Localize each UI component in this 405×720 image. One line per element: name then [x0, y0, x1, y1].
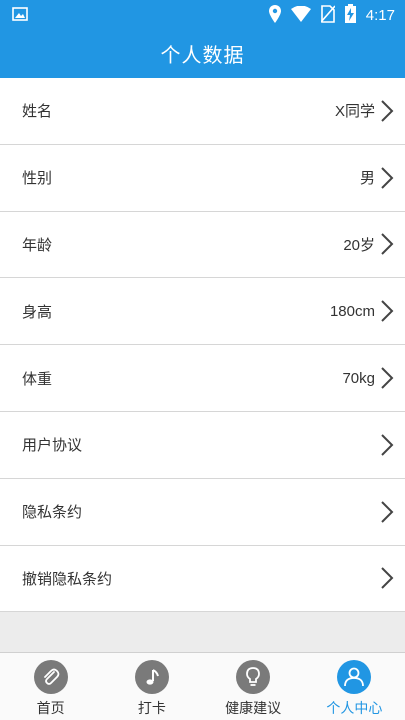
chevron-right-icon [379, 299, 395, 323]
row-value: 180cm [329, 302, 375, 320]
row-height[interactable]: 身高 180cm [0, 278, 405, 346]
tab-checkin[interactable]: 打卡 [101, 653, 202, 720]
chevron-right-icon [379, 366, 395, 390]
row-label: 年龄 [22, 235, 53, 254]
chevron-right-icon [379, 500, 395, 524]
tab-health-advice[interactable]: 健康建议 [203, 653, 304, 720]
wifi-icon [290, 5, 311, 26]
profile-list: 姓名 X同学 性别 男 年龄 20岁 身高 180cm 体重 70kg 用户协议… [0, 78, 405, 613]
clock: 4:17 [365, 7, 395, 24]
chevron-right-icon [379, 99, 395, 123]
row-label: 体重 [22, 369, 53, 388]
music-note-icon [134, 660, 169, 694]
tab-label: 打卡 [137, 701, 166, 717]
status-bar: 4:17 [0, 0, 405, 28]
tab-label: 健康建议 [225, 701, 282, 717]
row-value: 70kg [342, 369, 375, 387]
image-notification-icon [12, 6, 28, 25]
person-icon [337, 660, 372, 694]
chevron-right-icon [379, 566, 395, 590]
location-icon [268, 4, 281, 27]
row-label: 撤销隐私条约 [22, 569, 113, 588]
battery-charging-icon [344, 4, 356, 27]
row-weight[interactable]: 体重 70kg [0, 345, 405, 412]
chevron-right-icon [379, 166, 395, 190]
row-value: X同学 [334, 103, 375, 121]
row-label: 姓名 [22, 102, 53, 121]
row-label: 隐私条约 [22, 503, 83, 522]
paperclip-icon [33, 660, 68, 694]
row-privacy-policy[interactable]: 隐私条约 [0, 478, 405, 546]
tab-label: 个人中心 [326, 701, 383, 717]
tab-label: 首页 [36, 701, 65, 717]
row-name[interactable]: 姓名 X同学 [0, 78, 405, 145]
row-value: 男 [359, 170, 375, 188]
row-revoke-privacy[interactable]: 撤销隐私条约 [0, 545, 405, 613]
row-user-agreement[interactable]: 用户协议 [0, 411, 405, 479]
no-sim-icon [320, 4, 336, 27]
page-title: 个人数据 [160, 42, 245, 67]
row-gender[interactable]: 性别 男 [0, 144, 405, 212]
app-bar: 个人数据 [0, 28, 405, 78]
tab-home[interactable]: 首页 [0, 653, 101, 720]
chevron-right-icon [379, 232, 395, 256]
row-age[interactable]: 年龄 20岁 [0, 211, 405, 279]
row-label: 性别 [22, 169, 53, 188]
bottom-tab-bar: 首页 打卡 健康建议 个人中心 [0, 652, 405, 720]
row-label: 用户协议 [22, 436, 83, 455]
empty-area [0, 612, 405, 652]
row-label: 身高 [22, 302, 53, 321]
tab-profile[interactable]: 个人中心 [304, 653, 405, 720]
chevron-right-icon [379, 433, 395, 457]
row-value: 20岁 [343, 236, 375, 254]
lightbulb-icon [236, 660, 271, 694]
